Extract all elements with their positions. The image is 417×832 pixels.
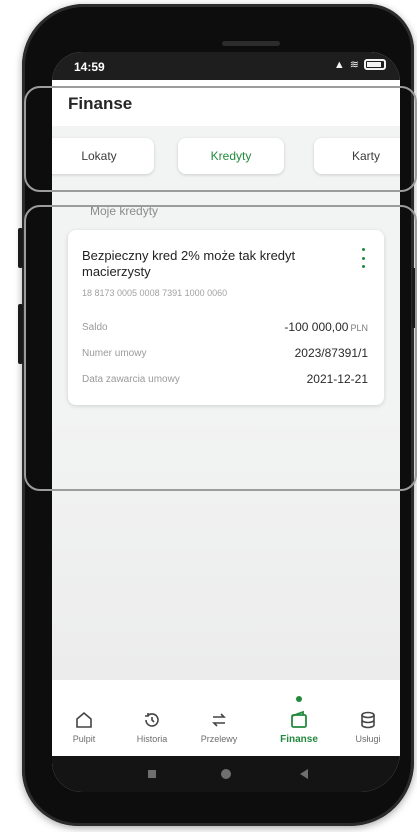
bottom-navigation: Pulpit Historia Przelewy Finanse Usługi [52,680,400,756]
nav-label-historia: Historia [136,734,168,744]
nav-label-finanse: Finanse [280,734,318,745]
phone-side-button [18,304,23,364]
phone-speaker [222,41,280,46]
system-navigation-bar [52,756,400,792]
tabs-highlight-outline [24,86,417,192]
home-button-icon[interactable] [221,769,231,779]
nav-item-uslugi[interactable]: Usługi [338,710,398,744]
recent-apps-icon[interactable] [148,770,156,778]
credit-highlight-outline [24,205,417,491]
active-indicator-dot [296,696,302,702]
wallet-icon [291,710,307,728]
status-bar: 14:59 ▲ ≋ [52,52,400,80]
nav-label-pulpit: Pulpit [72,734,96,744]
nav-label-przelewy: Przelewy [200,734,238,744]
back-icon[interactable] [300,769,308,779]
database-icon [361,711,375,729]
transfer-icon [212,713,226,727]
nav-label-uslugi: Usługi [355,734,381,744]
battery-icon [364,59,386,70]
nav-item-finanse[interactable]: Finanse [269,710,329,745]
nav-item-historia[interactable]: Historia [122,710,182,744]
signal-icon: ▲ [333,58,345,71]
status-icons: ▲ ≋ [334,58,386,71]
history-icon [145,713,159,727]
home-icon [76,711,92,728]
nav-item-pulpit[interactable]: Pulpit [54,710,114,744]
status-time: 14:59 [74,60,105,74]
phone-side-button [18,228,23,268]
wifi-icon: ≋ [349,59,359,71]
nav-item-przelewy[interactable]: Przelewy [189,710,249,744]
